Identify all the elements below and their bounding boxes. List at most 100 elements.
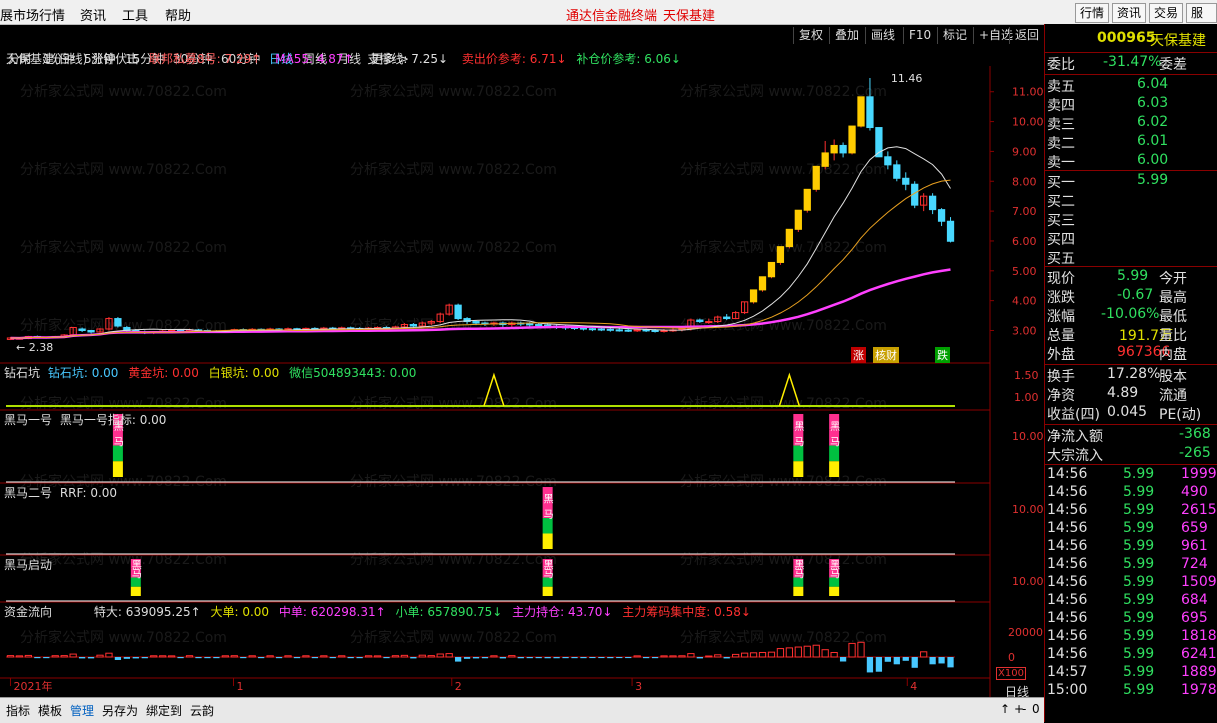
y-tick-label: 7.00 <box>1012 205 1037 218</box>
ask-level-3: 卖三 6.02 <box>1045 114 1217 133</box>
flow-bar-in <box>15 655 24 658</box>
candle-body <box>821 152 829 167</box>
heima1-header: 黑马一号 黑马一号指标: 0.00 <box>4 411 166 428</box>
y-tick-label: 9.00 <box>1012 145 1037 158</box>
candle-body <box>839 144 847 154</box>
candle-body <box>776 246 785 263</box>
flow-bar-in <box>302 655 310 658</box>
signal-char: 黑 <box>544 494 554 506</box>
candle-body <box>928 195 937 211</box>
trade-button[interactable]: 交易 <box>1149 3 1184 23</box>
bid-price: 5.99 <box>1137 172 1169 188</box>
tick-row: 14:56 5.99 695 <box>1045 610 1217 629</box>
tab-template[interactable]: 模板 <box>38 702 62 719</box>
tick-price: 5.99 <box>1123 556 1155 572</box>
stock-heading: 000965 天保基建 <box>1045 30 1217 49</box>
mark-button[interactable]: 标记 <box>937 27 972 44</box>
quote-panel: 000965 天保基建 委比 -31.47% 委差 卖五 6.04 卖四 6.03 卖三… <box>1044 24 1217 722</box>
tab-save-as[interactable]: 另存为 <box>102 702 138 719</box>
draw-line-button[interactable]: 画线 <box>865 27 900 44</box>
fall-marker[interactable]: 跌 <box>935 347 950 363</box>
candle-body <box>696 319 704 323</box>
candle-body <box>660 329 668 332</box>
flow-label: 净流入额 <box>1047 429 1103 445</box>
watermark-text: 分析家公式网 www.70822.Com <box>20 161 227 178</box>
signal-block <box>130 586 141 596</box>
flow-bar-in <box>705 655 713 658</box>
flow-bar-in <box>6 655 15 658</box>
moving-average-lines: 11.46 ← 2.38 <box>10 72 951 354</box>
weibi-row: 委比 -31.47% 委差 <box>1045 54 1217 73</box>
bid-label: 买四 <box>1047 232 1075 248</box>
f10-button[interactable]: F10 <box>903 27 936 44</box>
stat-right-label: 股本 <box>1159 369 1187 385</box>
stat-row: 净资 4.89 流通 <box>1045 385 1217 404</box>
flow-label: 大宗流入 <box>1047 448 1103 464</box>
silver-value: 白银坑: 0.00 <box>208 366 280 380</box>
news-button[interactable]: 资讯 <box>1112 3 1147 23</box>
stat-right-label: 今开 <box>1159 271 1187 287</box>
flow-bar-in <box>248 655 256 658</box>
candle-body <box>830 144 838 154</box>
menu-market[interactable]: 展市场行情 <box>0 5 65 24</box>
tick-volume: 684 <box>1181 592 1208 608</box>
max-price-label: 11.46 <box>891 72 923 85</box>
flow-bar-in <box>185 655 194 658</box>
quote-button[interactable]: 行情 <box>1075 3 1110 23</box>
flow-bar-in <box>678 655 686 658</box>
stat-row: 涨幅 -10.06% 最低 <box>1045 306 1217 325</box>
tick-volume: 724 <box>1181 556 1208 572</box>
flow-bar-out <box>141 657 148 659</box>
flow-bar-in <box>740 652 749 658</box>
service-button[interactable]: 服务 <box>1186 3 1217 38</box>
pane-tick-label: 10.00 <box>1012 575 1044 588</box>
stat-label: 涨幅 <box>1047 309 1075 325</box>
flow-bar-in <box>660 655 668 658</box>
candle-body <box>87 329 95 333</box>
reset-button[interactable]: 0 <box>1032 702 1040 716</box>
heima2-header: 黑马二号 RRF: 0.00 <box>4 484 117 501</box>
tab-indicator[interactable]: 指标 <box>6 702 30 719</box>
bid-level-1: 买一 5.99 <box>1045 172 1217 191</box>
candle-body <box>526 323 534 326</box>
flow-bar-out <box>553 657 560 659</box>
watermark-text: 分析家公式网 www.70822.Com <box>350 629 557 646</box>
fuquan-button[interactable]: 复权 <box>793 27 828 44</box>
tick-volume: 961 <box>1181 538 1208 554</box>
stat-label: 涨跌 <box>1047 290 1075 306</box>
tab-manage[interactable]: 管理 <box>70 702 94 719</box>
flow-bar-out <box>893 657 900 665</box>
pane-title: 黑马启动 <box>4 558 53 572</box>
menu-help[interactable]: 帮助 <box>165 5 191 24</box>
main-position-value: 主力持仓: 43.70↓ <box>512 605 613 619</box>
back-button[interactable]: 返回 <box>1009 27 1044 44</box>
flow-bar-in <box>391 655 400 658</box>
overlay-button[interactable]: 叠加 <box>829 27 864 44</box>
menu-tools[interactable]: 工具 <box>122 5 148 24</box>
flow-bar-in <box>150 655 158 658</box>
tick-time: 14:56 <box>1047 646 1088 662</box>
chip-concentration-value: 主力筹码集中度: 0.58↓ <box>622 605 751 619</box>
candle-body <box>857 96 865 127</box>
signal-block <box>829 461 840 477</box>
rise-marker[interactable]: 涨 <box>851 347 866 363</box>
candle-body <box>705 321 713 324</box>
stat-row: 总量 191.7万 量比 <box>1045 325 1217 344</box>
finance-marker[interactable]: 核财 <box>873 347 899 363</box>
menu-news[interactable]: 资讯 <box>80 5 106 24</box>
pane-tick-label: 20000 <box>1008 626 1043 639</box>
scroll-up-button[interactable]: ↑ <box>1000 702 1010 716</box>
tab-bind-to[interactable]: 绑定到 <box>146 702 182 719</box>
main-chart-header: 天保基建(日线) 涨停伏击 联邦私募8号: 7.29↑ MA55: 4.87↑ … <box>6 50 681 67</box>
ask-level-5: 卖五 6.04 <box>1045 76 1217 95</box>
flow-bar-out <box>481 657 489 659</box>
tick-time: 14:56 <box>1047 610 1088 626</box>
ask-price: 6.03 <box>1137 95 1169 111</box>
flow-bar-out <box>723 657 730 659</box>
stat-value: 4.89 <box>1107 385 1139 401</box>
flow-bar-in <box>320 655 328 658</box>
zoom-out-button[interactable]: - <box>1022 702 1026 716</box>
fund-flow-header: 资金流向 特大: 639095.25↑ 大单: 0.00 中单: 620298.… <box>4 603 751 620</box>
x-tick-label: 2021年 <box>13 679 52 693</box>
tab-cloud[interactable]: 云韵 <box>190 702 214 719</box>
